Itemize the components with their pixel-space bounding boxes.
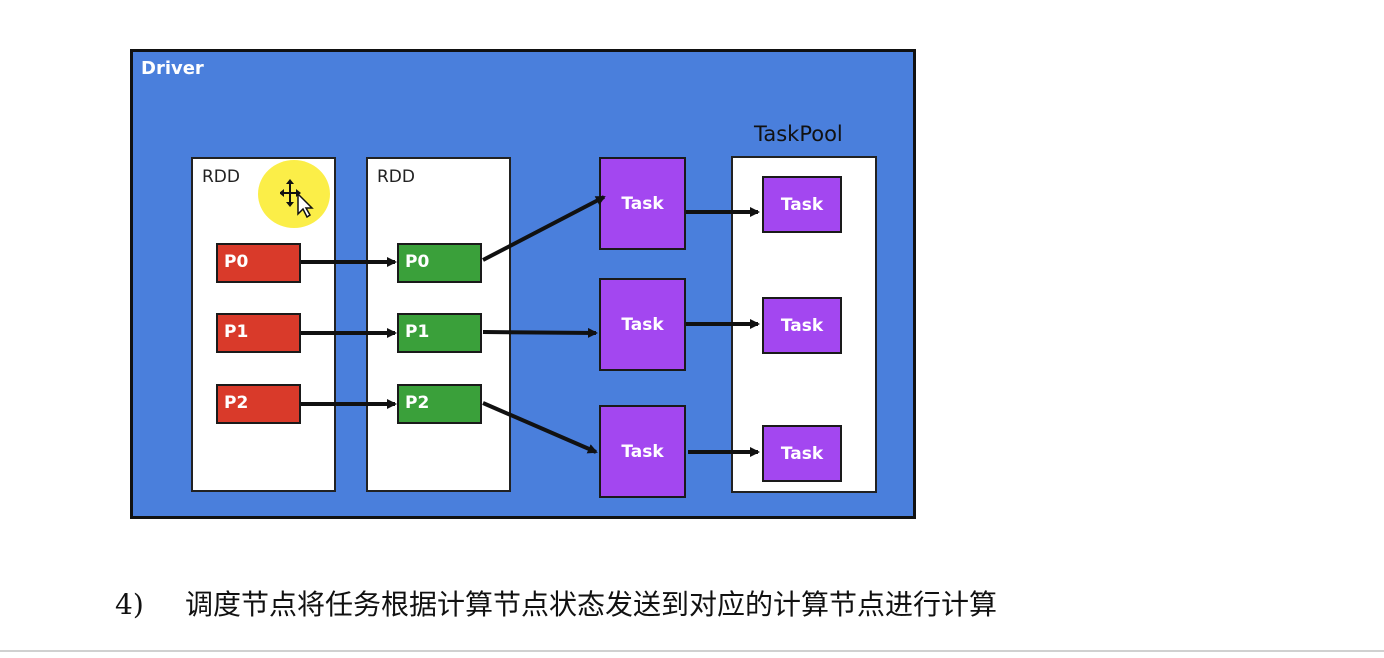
divider: [0, 650, 1384, 652]
arrows-layer: [301, 195, 760, 457]
step-caption: 4) 调度节点将任务根据计算节点状态发送到对应的计算节点进行计算: [115, 583, 997, 623]
move-cursor-icon: [280, 179, 314, 218]
arrow-p0-to-task-0: [482, 195, 606, 262]
step-text: 调度节点将任务根据计算节点状态发送到对应的计算节点进行计算: [185, 588, 998, 621]
arrow-p1-to-task-1: [482, 327, 598, 338]
arrow-p2-to-task-2: [482, 401, 598, 454]
step-number: 4): [115, 588, 144, 621]
